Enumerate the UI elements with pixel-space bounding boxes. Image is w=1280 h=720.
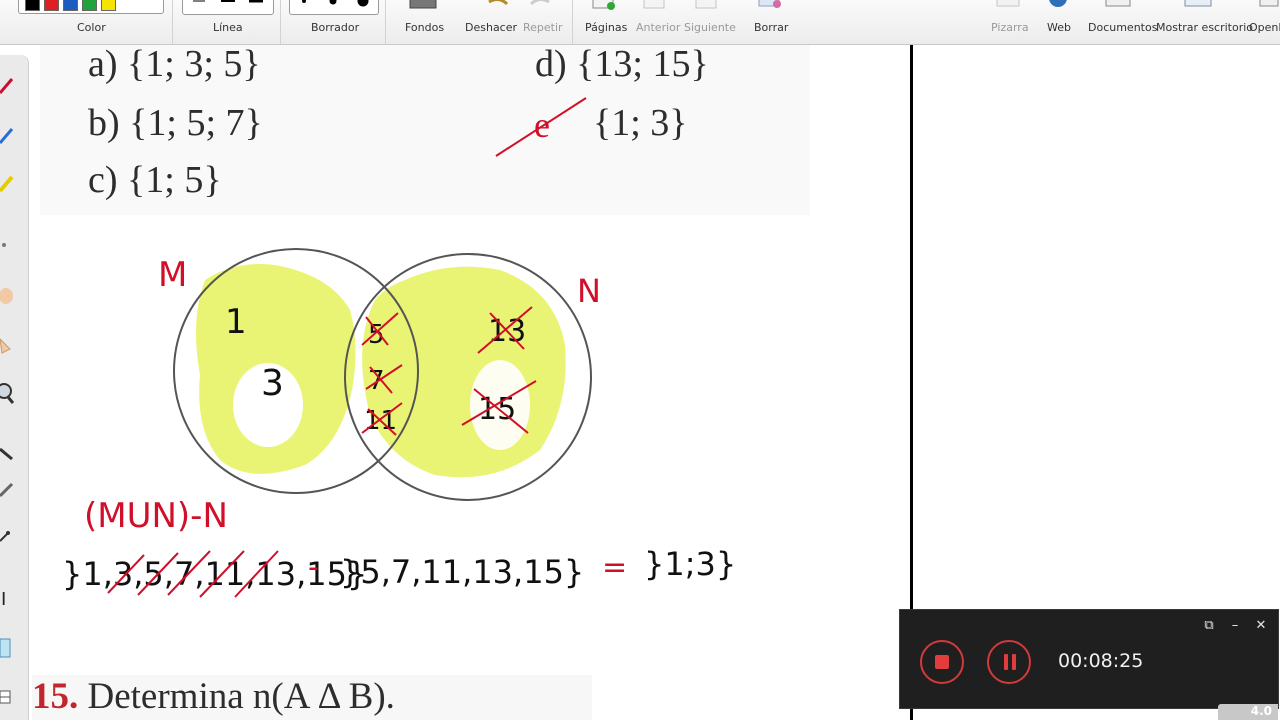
- backgrounds-icon[interactable]: [408, 0, 438, 12]
- color-swatch-black[interactable]: [25, 0, 40, 11]
- color-swatch-green[interactable]: [82, 0, 97, 11]
- version-badge: 4.0: [1218, 704, 1278, 720]
- annotation-ink-layer: e M N 1 3 5 7 11 13 15 (MUN)-N }1,3,5: [62, 97, 736, 598]
- option-e-letter: e: [534, 105, 550, 145]
- screen-recorder-widget: ⧉ – ✕ 00:08:25: [899, 609, 1279, 709]
- pointer-tool-icon[interactable]: [0, 335, 14, 357]
- close-icon[interactable]: ✕: [1253, 618, 1269, 634]
- handwritten-union-set: }1,3,5,7,11,13,15}: [62, 555, 367, 593]
- handwritten-operation: (MUN)-N: [84, 496, 228, 536]
- eraser-size-selector[interactable]: [289, 0, 379, 15]
- whiteboard-icon: [996, 0, 1020, 7]
- hand-tool-icon[interactable]: [0, 285, 14, 307]
- open-icon[interactable]: [1258, 0, 1280, 12]
- venn-label-n: N: [577, 272, 601, 310]
- pause-icon: [1002, 654, 1018, 670]
- question-number: 15.: [32, 676, 79, 717]
- ruler-tool-icon[interactable]: [0, 480, 14, 502]
- redo-button-label: Repetir: [523, 21, 563, 34]
- option-e-crossed-out: e: [495, 97, 587, 157]
- highlighter-tool-icon[interactable]: [0, 173, 14, 195]
- handwritten-result: }1;3}: [644, 545, 736, 583]
- open-button-label[interactable]: OpenB: [1249, 21, 1280, 34]
- magnifier-tool-icon[interactable]: [0, 383, 14, 405]
- toolbar-divider: [280, 0, 281, 44]
- venn-label-m: M: [158, 255, 187, 295]
- stop-icon: [935, 655, 949, 669]
- table-tool-icon[interactable]: [0, 687, 14, 709]
- color-swatch-red[interactable]: [44, 0, 59, 11]
- venn-intersection-5: 5: [368, 320, 385, 350]
- show-desktop-button-label[interactable]: Mostrar escritorio: [1156, 21, 1253, 34]
- eraser-size-icon: [302, 0, 369, 7]
- previous-page-icon: [643, 0, 665, 9]
- question-15: 15. Determina n(A Δ B).: [32, 675, 592, 720]
- blue-pen-tool-icon[interactable]: [0, 125, 14, 147]
- question-text: Determina n(A Δ B).: [87, 676, 395, 717]
- handwritten-n-set: }5,7,11,13,15}: [340, 553, 584, 591]
- svg-text:I: I: [1, 589, 6, 609]
- toolbar-divider: [572, 0, 573, 44]
- web-globe-icon[interactable]: [1043, 0, 1073, 12]
- line-group-label: Línea: [213, 21, 243, 34]
- pages-icon[interactable]: [589, 0, 619, 12]
- minimize-icon[interactable]: –: [1227, 618, 1243, 634]
- color-swatch-yellow[interactable]: [101, 0, 116, 11]
- line-width-selector[interactable]: [182, 0, 274, 15]
- toolbar-divider: [385, 0, 386, 44]
- pause-recording-button[interactable]: [987, 640, 1031, 684]
- left-tool-dock: I: [0, 55, 29, 720]
- eraser-group-label: Borrador: [311, 21, 360, 34]
- next-page-label: Siguiente: [684, 21, 736, 34]
- document-page: a) {1; 3; 5} b) {1; 5; 7} c) {1; 5} d) {…: [30, 44, 910, 720]
- web-button-label[interactable]: Web: [1047, 21, 1071, 34]
- text-tool-icon[interactable]: I: [0, 587, 14, 609]
- whiteboard-button-label: Pizarra: [991, 21, 1029, 34]
- calculator-tool-icon[interactable]: [0, 637, 14, 659]
- show-desktop-icon[interactable]: [1183, 0, 1213, 12]
- venn-m-only-1: 1: [225, 302, 247, 342]
- redo-icon: [529, 0, 550, 6]
- venn-m-only-3: 3: [261, 363, 284, 404]
- dot-tool-icon[interactable]: [0, 235, 14, 257]
- next-page-icon: [695, 0, 717, 9]
- undo-button-label[interactable]: Deshacer: [465, 21, 517, 34]
- recording-timer: 00:08:25: [1058, 650, 1144, 672]
- undo-icon[interactable]: [483, 0, 513, 12]
- previous-page-label: Anterior: [636, 21, 681, 34]
- color-palette[interactable]: [18, 0, 164, 14]
- backgrounds-button-label[interactable]: Fondos: [405, 21, 444, 34]
- handwritten-equals: =: [602, 550, 627, 585]
- toolbar: Color Línea Borrador Fondos Deshacer Rep…: [0, 0, 1280, 45]
- handwritten-minus: -: [308, 550, 319, 585]
- toolbar-divider: [172, 0, 173, 44]
- clear-icon[interactable]: [755, 0, 785, 12]
- connector-tool-icon[interactable]: [0, 527, 14, 549]
- color-group-label: Color: [77, 21, 106, 34]
- red-pen-tool-icon[interactable]: [0, 75, 14, 97]
- stop-recording-button[interactable]: [920, 640, 964, 684]
- pages-button-label[interactable]: Páginas: [585, 21, 627, 34]
- color-swatch-blue[interactable]: [63, 0, 78, 11]
- documents-icon[interactable]: [1103, 0, 1133, 12]
- documents-button-label[interactable]: Documentos: [1088, 21, 1157, 34]
- clear-button-label[interactable]: Borrar: [754, 21, 788, 34]
- line-width-icon: [193, 0, 263, 3]
- popout-icon[interactable]: ⧉: [1201, 618, 1217, 634]
- line-tool-icon[interactable]: [0, 443, 14, 465]
